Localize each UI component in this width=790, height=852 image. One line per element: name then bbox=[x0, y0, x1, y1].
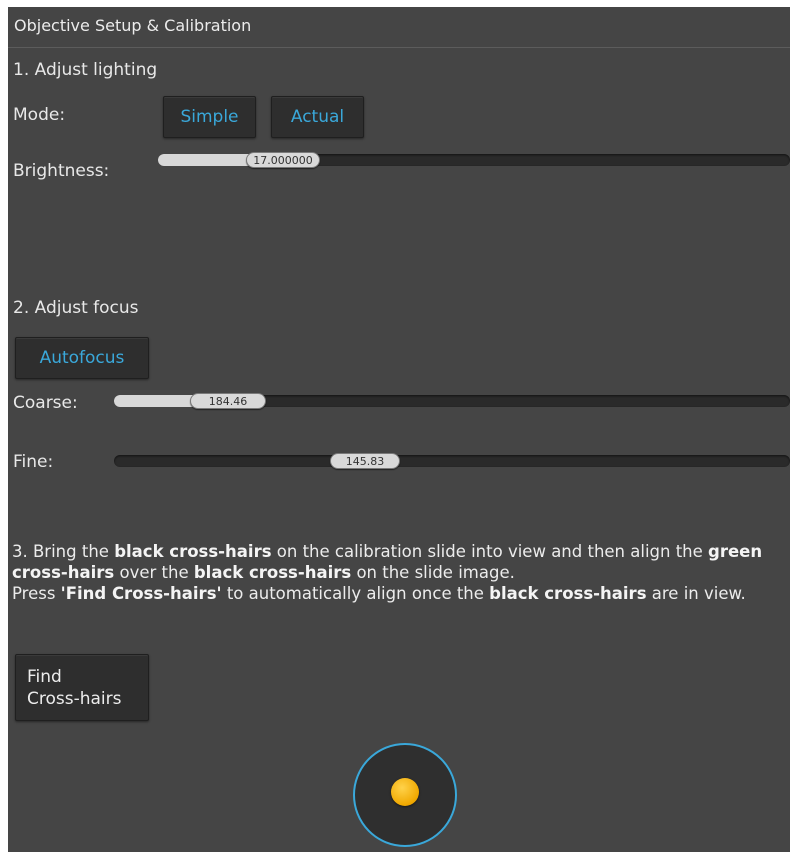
press-text-4: black cross-hairs bbox=[489, 584, 647, 603]
coarse-slider-thumb[interactable]: 184.46 bbox=[190, 393, 266, 409]
panel-header: Objective Setup & Calibration bbox=[8, 7, 790, 48]
autofocus-button[interactable]: Autofocus bbox=[15, 337, 149, 379]
focus-heading: 2. Adjust focus bbox=[13, 298, 139, 318]
panel-title: Objective Setup & Calibration bbox=[14, 16, 252, 35]
crosshairs-text-5: over the bbox=[114, 563, 194, 582]
press-text-5: are in view. bbox=[646, 584, 746, 603]
find-crosshairs-line1: Find bbox=[27, 667, 62, 687]
coarse-label: Coarse: bbox=[13, 393, 78, 413]
crosshairs-text-3: on the calibration slide into view and t… bbox=[271, 542, 709, 561]
objective-setup-panel: Objective Setup & Calibration 1. Adjust … bbox=[8, 7, 790, 852]
crosshairs-instructions: 3. Bring the black cross-hairs on the ca… bbox=[12, 541, 787, 604]
crosshairs-text-1: 3. Bring the bbox=[12, 542, 115, 561]
brightness-slider-thumb[interactable]: 17.000000 bbox=[246, 152, 320, 168]
fine-label: Fine: bbox=[13, 452, 54, 472]
crosshairs-text-2: black cross-hairs bbox=[114, 542, 272, 561]
mode-actual-button[interactable]: Actual bbox=[271, 96, 364, 138]
lighting-heading: 1. Adjust lighting bbox=[13, 60, 158, 80]
press-text-2: 'Find Cross-hairs' bbox=[60, 584, 222, 603]
fine-slider-track[interactable] bbox=[114, 455, 790, 467]
find-crosshairs-line2: Cross-hairs bbox=[27, 689, 122, 709]
brightness-slider-fill bbox=[158, 154, 258, 166]
find-crosshairs-button[interactable]: Find Cross-hairs bbox=[15, 654, 149, 721]
mode-simple-button[interactable]: Simple bbox=[163, 96, 256, 138]
fine-slider-thumb[interactable]: 145.83 bbox=[330, 453, 400, 469]
crosshairs-text-6: black cross-hairs bbox=[193, 563, 352, 582]
brightness-label: Brightness: bbox=[13, 161, 110, 181]
press-text-1: Press bbox=[12, 584, 61, 603]
crosshairs-text-7: on the slide image. bbox=[351, 563, 515, 582]
joystick-knob-icon[interactable] bbox=[391, 778, 419, 806]
press-text-3: to automatically align once the bbox=[221, 584, 490, 603]
mode-label: Mode: bbox=[13, 105, 66, 125]
